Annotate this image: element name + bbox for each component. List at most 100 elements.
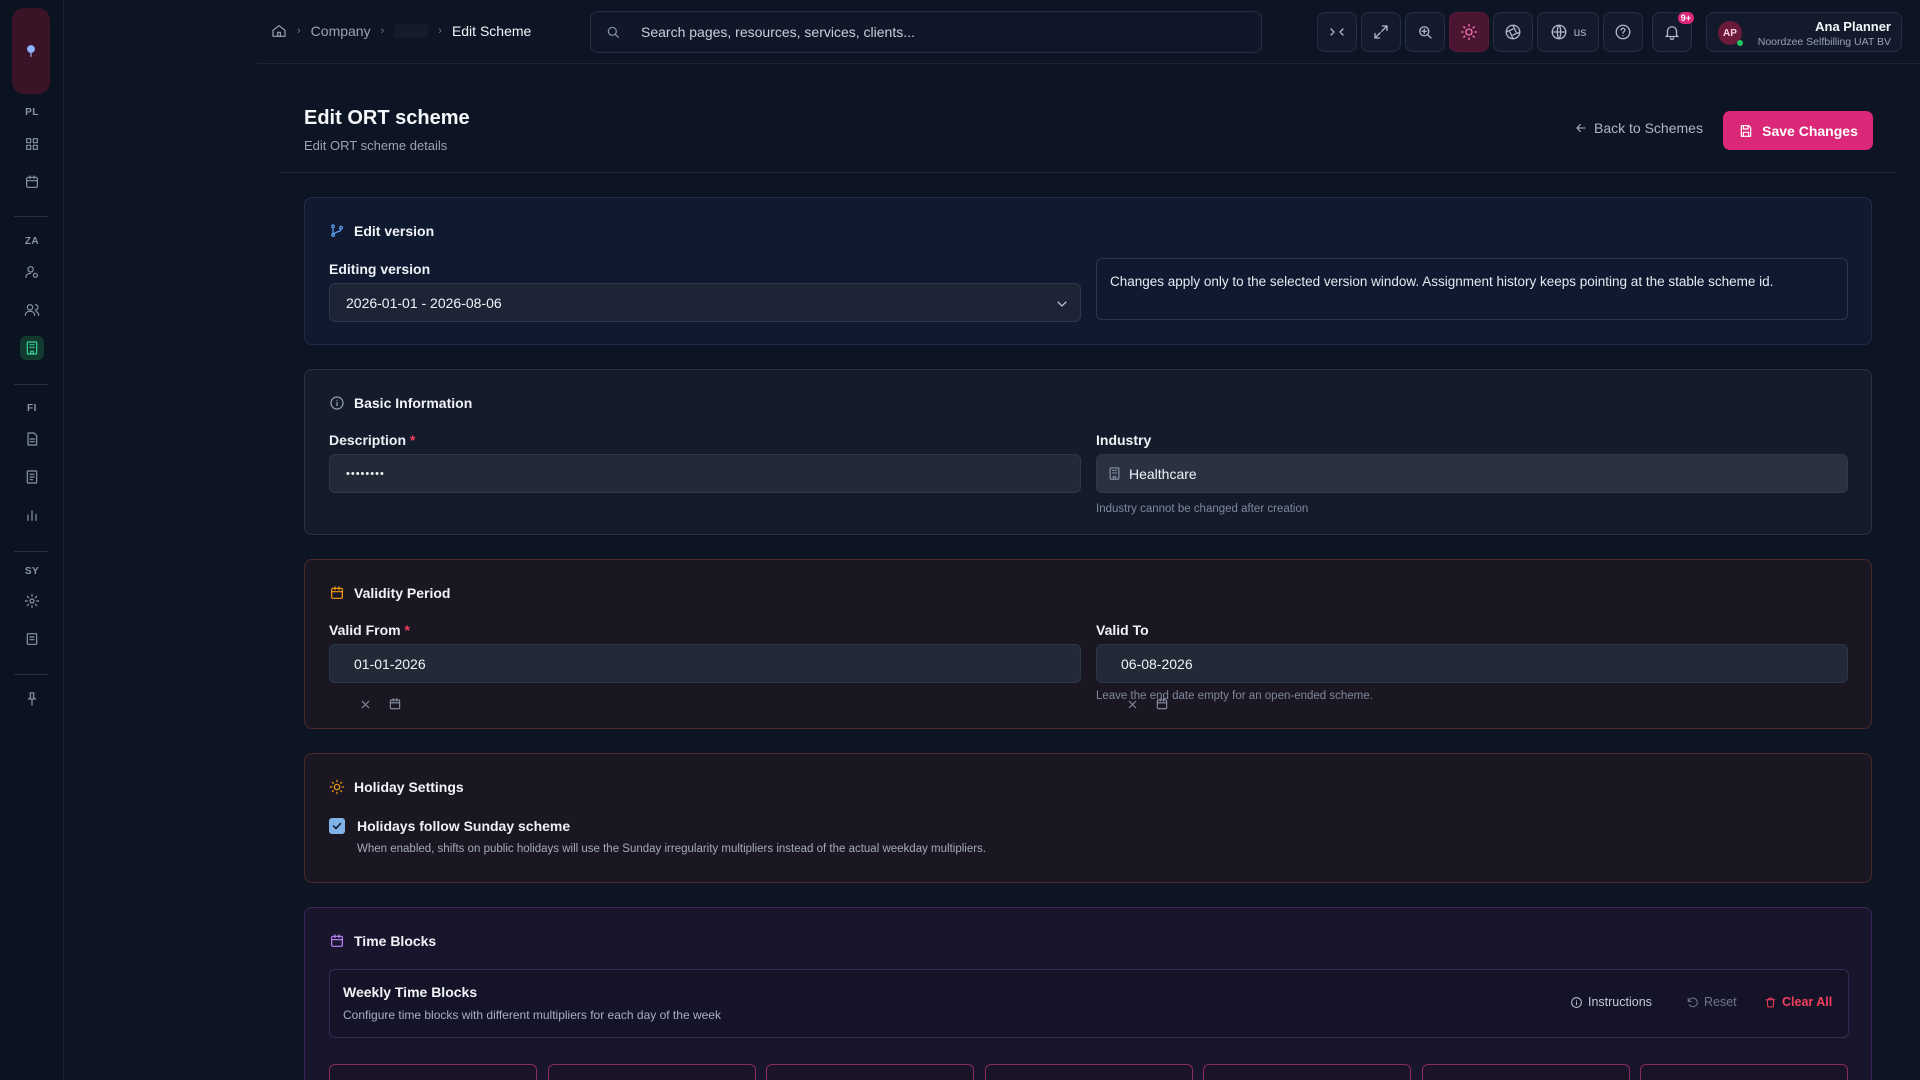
- day-column[interactable]: [548, 1064, 756, 1080]
- help-button[interactable]: [1603, 12, 1643, 52]
- calendar-picker-icon[interactable]: [1155, 697, 1169, 711]
- edit-version-heading: Edit version: [329, 223, 434, 239]
- rail-section-pl: PL: [25, 107, 39, 118]
- holidays-sunday-description: When enabled, shifts on public holidays …: [357, 843, 986, 855]
- back-label: Back to Schemes: [1594, 120, 1703, 136]
- collapse-arrows-icon: [1330, 28, 1344, 36]
- clear-all-label: Clear All: [1782, 995, 1833, 1009]
- valid-to-input[interactable]: 06-08-2026: [1096, 644, 1848, 683]
- save-icon: [1740, 124, 1752, 137]
- valid-from-input[interactable]: 01-01-2026: [329, 644, 1081, 683]
- aperture-button[interactable]: [1493, 12, 1533, 52]
- notifications-badge: 9+: [1677, 12, 1694, 24]
- day-column[interactable]: [766, 1064, 974, 1080]
- time-blocks-card: Time Blocks Weekly Time Blocks Configure…: [304, 907, 1872, 1080]
- version-select[interactable]: 2026-01-01 - 2026-08-06: [329, 283, 1081, 322]
- calendar-icon: [331, 586, 343, 599]
- reset-button[interactable]: Reset: [1686, 995, 1737, 1009]
- instructions-button[interactable]: Instructions: [1570, 995, 1652, 1009]
- edit-version-card: Edit version Editing version 2026-01-01 …: [304, 197, 1872, 345]
- users-icon[interactable]: [20, 298, 44, 322]
- user-menu[interactable]: AP Ana Planner Noordzee Selfbilling UAT …: [1706, 12, 1902, 52]
- arrow-left-icon: [1576, 123, 1586, 133]
- gear-icon[interactable]: [20, 589, 44, 613]
- fullscreen-button[interactable]: [1361, 12, 1401, 52]
- breadcrumb-current: Edit Scheme: [451, 23, 532, 39]
- info-icon: [330, 396, 344, 410]
- pin-icon[interactable]: [20, 687, 44, 711]
- checkmark-icon: [332, 822, 342, 830]
- expand-icon: [1374, 25, 1388, 39]
- holiday-settings-heading: Holiday Settings: [329, 779, 464, 795]
- page-title: Edit ORT scheme: [304, 107, 470, 129]
- document-icon[interactable]: [20, 427, 44, 451]
- weekly-time-blocks-panel: Weekly Time Blocks Configure time blocks…: [329, 969, 1849, 1038]
- breadcrumb-separator-icon: ›: [438, 25, 442, 37]
- save-changes-button[interactable]: Save Changes: [1723, 111, 1873, 150]
- industry-field: Healthcare: [1096, 454, 1848, 493]
- breadcrumb-company[interactable]: Company: [311, 23, 371, 39]
- search-icon: [607, 26, 619, 38]
- industry-note: Industry cannot be changed after creatio…: [1096, 503, 1309, 515]
- breadcrumb-separator-icon: ›: [380, 25, 385, 37]
- calendar-nav-icon[interactable]: [20, 170, 44, 194]
- building-icon[interactable]: [20, 336, 44, 360]
- day-column[interactable]: [985, 1064, 1193, 1080]
- log-icon[interactable]: [20, 627, 44, 651]
- sun-icon: [1460, 23, 1478, 41]
- language-selector[interactable]: us: [1537, 12, 1599, 52]
- time-blocks-title: Time Blocks: [354, 933, 437, 949]
- holiday-settings-card: Holiday Settings Holidays follow Sunday …: [304, 753, 1872, 883]
- time-blocks-heading: Time Blocks: [329, 933, 436, 949]
- collapse-button[interactable]: [1317, 12, 1357, 52]
- info-icon: [1571, 996, 1582, 1008]
- description-label-text: Description: [329, 432, 407, 448]
- rail-section-fi: FI: [27, 403, 37, 414]
- clear-date-icon[interactable]: [1126, 698, 1139, 711]
- weekly-time-blocks-title: Weekly Time Blocks: [343, 984, 478, 1000]
- valid-from-label-text: Valid From: [329, 622, 401, 638]
- search-placeholder: Search pages, resources, services, clien…: [641, 24, 915, 40]
- zoom-button[interactable]: [1405, 12, 1445, 52]
- user-settings-icon[interactable]: [20, 260, 44, 284]
- basic-information-card: Basic Information Description * ••••••••…: [304, 369, 1872, 535]
- trash-icon: [1765, 997, 1776, 1007]
- basic-information-heading: Basic Information: [329, 395, 472, 411]
- theme-toggle-button[interactable]: [1449, 12, 1489, 52]
- calendar-picker-icon[interactable]: [388, 697, 402, 711]
- description-field[interactable]: ••••••••: [329, 454, 1081, 493]
- day-column[interactable]: [1203, 1064, 1411, 1080]
- side-rail: PL ZA FI SY: [0, 0, 64, 1080]
- breadcrumb-redacted[interactable]: [394, 24, 429, 38]
- day-column[interactable]: [1422, 1064, 1630, 1080]
- search-input[interactable]: Search pages, resources, services, clien…: [590, 11, 1262, 53]
- editing-version-label: Editing version: [329, 261, 431, 277]
- clear-date-icon[interactable]: [359, 698, 372, 711]
- back-to-schemes-link[interactable]: Back to Schemes: [1574, 120, 1703, 136]
- validity-period-title: Validity Period: [354, 585, 451, 601]
- calendar-icon: [331, 934, 343, 947]
- invoice-icon[interactable]: [20, 465, 44, 489]
- language-code: us: [1573, 25, 1587, 39]
- clear-all-button[interactable]: Clear All: [1764, 995, 1832, 1009]
- rail-section-sy: SY: [24, 566, 40, 577]
- help-circle-icon: [1615, 24, 1631, 40]
- breadcrumb-separator-icon: ›: [297, 25, 301, 37]
- day-column[interactable]: [1640, 1064, 1848, 1080]
- home-icon[interactable]: [271, 23, 287, 39]
- holidays-sunday-label[interactable]: Holidays follow Sunday scheme: [357, 818, 570, 834]
- git-branch-icon: [331, 224, 343, 237]
- dashboard-icon[interactable]: [20, 132, 44, 156]
- page-subtitle: Edit ORT scheme details: [304, 138, 448, 153]
- holidays-sunday-checkbox[interactable]: [329, 818, 345, 834]
- aperture-icon: [1505, 24, 1521, 40]
- tree-logo-icon: [27, 45, 35, 57]
- rotate-ccw-icon: [1687, 997, 1698, 1007]
- app-logo[interactable]: [12, 8, 50, 94]
- bar-chart-icon[interactable]: [20, 503, 44, 527]
- top-bar: › Company › › Edit Scheme Search pages, …: [257, 0, 1920, 64]
- zoom-in-icon: [1419, 26, 1432, 39]
- day-column[interactable]: [329, 1064, 537, 1080]
- notifications-button[interactable]: 9+: [1652, 12, 1694, 52]
- validity-period-heading: Validity Period: [329, 585, 450, 601]
